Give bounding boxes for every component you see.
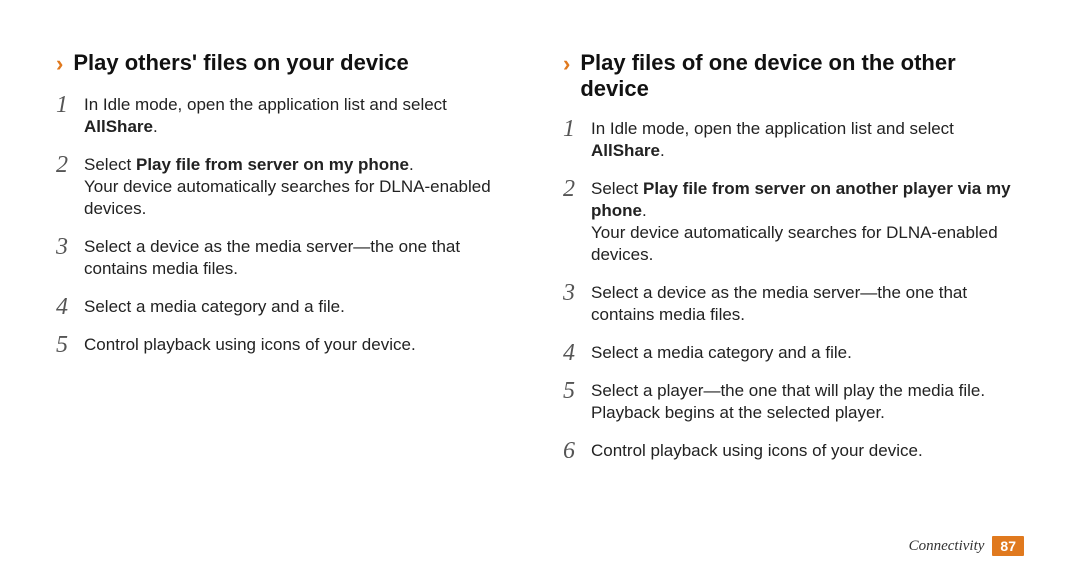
list-item: 4 Select a media category and a file. <box>56 296 517 318</box>
step-text: . <box>642 201 647 220</box>
step-body: In Idle mode, open the application list … <box>591 118 1024 162</box>
step-body: In Idle mode, open the application list … <box>84 94 517 138</box>
step-body: Select a media category and a file. <box>84 296 517 318</box>
step-body: Control playback using icons of your dev… <box>591 440 1024 462</box>
step-text: Select a device as the media server—the … <box>591 283 967 324</box>
list-item: 4 Select a media category and a file. <box>563 342 1024 364</box>
page-footer: Connectivity 87 <box>909 536 1024 556</box>
step-text: Select a device as the media server—the … <box>84 237 460 278</box>
step-body: Select Play file from server on my phone… <box>84 154 517 220</box>
right-heading-text: Play files of one device on the other de… <box>580 50 1024 102</box>
step-bold: Play file from server on another player … <box>591 179 1011 220</box>
list-item: 5 Control playback using icons of your d… <box>56 334 517 356</box>
step-number: 1 <box>563 118 591 140</box>
step-sub: Your device automatically searches for D… <box>84 177 491 218</box>
left-heading-text: Play others' files on your device <box>73 50 408 76</box>
step-number: 1 <box>56 94 84 116</box>
step-number: 2 <box>56 154 84 176</box>
step-text: Select <box>84 155 136 174</box>
step-body: Select a media category and a file. <box>591 342 1024 364</box>
step-number: 5 <box>56 334 84 356</box>
chevron-icon: › <box>56 50 63 78</box>
step-text: Select a player—the one that will play t… <box>591 381 985 422</box>
columns: › Play others' files on your device 1 In… <box>56 50 1024 566</box>
step-number: 3 <box>563 282 591 304</box>
footer-section: Connectivity <box>909 538 985 555</box>
step-bold: AllShare <box>84 117 153 136</box>
step-bold: Play file from server on my phone <box>136 155 409 174</box>
step-text: In Idle mode, open the application list … <box>591 119 954 138</box>
step-body: Select a device as the media server—the … <box>84 236 517 280</box>
list-item: 3 Select a device as the media server—th… <box>563 282 1024 326</box>
step-text: Select a media category and a file. <box>591 343 852 362</box>
step-number: 5 <box>563 380 591 402</box>
left-heading: › Play others' files on your device <box>56 50 517 78</box>
step-text: . <box>409 155 414 174</box>
page: › Play others' files on your device 1 In… <box>0 0 1080 586</box>
list-item: 2 Select Play file from server on anothe… <box>563 178 1024 266</box>
step-body: Select a player—the one that will play t… <box>591 380 1024 424</box>
step-number: 4 <box>56 296 84 318</box>
step-text: . <box>153 117 158 136</box>
step-text: Control playback using icons of your dev… <box>591 441 923 460</box>
list-item: 2 Select Play file from server on my pho… <box>56 154 517 220</box>
step-number: 3 <box>56 236 84 258</box>
step-body: Select Play file from server on another … <box>591 178 1024 266</box>
step-body: Control playback using icons of your dev… <box>84 334 517 356</box>
step-bold: AllShare <box>591 141 660 160</box>
list-item: 6 Control playback using icons of your d… <box>563 440 1024 462</box>
list-item: 1 In Idle mode, open the application lis… <box>56 94 517 138</box>
list-item: 1 In Idle mode, open the application lis… <box>563 118 1024 162</box>
right-column: › Play files of one device on the other … <box>563 50 1024 566</box>
left-column: › Play others' files on your device 1 In… <box>56 50 517 566</box>
step-body: Select a device as the media server—the … <box>591 282 1024 326</box>
list-item: 5 Select a player—the one that will play… <box>563 380 1024 424</box>
step-text: Select a media category and a file. <box>84 297 345 316</box>
step-text: . <box>660 141 665 160</box>
step-number: 2 <box>563 178 591 200</box>
step-text: In Idle mode, open the application list … <box>84 95 447 114</box>
step-number: 4 <box>563 342 591 364</box>
right-heading: › Play files of one device on the other … <box>563 50 1024 102</box>
list-item: 3 Select a device as the media server—th… <box>56 236 517 280</box>
step-text: Select <box>591 179 643 198</box>
step-sub: Your device automatically searches for D… <box>591 223 998 264</box>
chevron-icon: › <box>563 50 570 78</box>
step-number: 6 <box>563 440 591 462</box>
step-text: Control playback using icons of your dev… <box>84 335 416 354</box>
page-number: 87 <box>992 536 1024 556</box>
